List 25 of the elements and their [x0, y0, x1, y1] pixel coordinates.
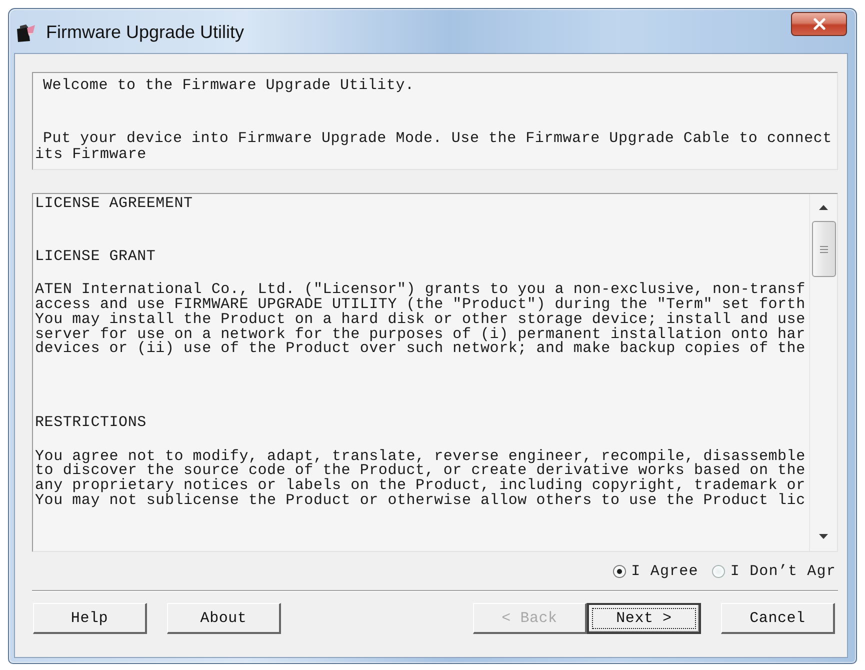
radio-button[interactable]: [613, 564, 626, 578]
section-heading: RESTRICTIONS: [35, 416, 148, 431]
wizard-button[interactable]: Cancel: [721, 603, 835, 634]
close-button[interactable]: [791, 12, 847, 36]
instruction-text: Put your device into Firmware Upgrade Mode. Use the Firmware Upgrade Cable to connect its Firmware: [35, 131, 833, 163]
scrollbar-thumb[interactable]: [812, 221, 836, 277]
radio-label[interactable]: I Don’t Agr: [730, 562, 836, 580]
license-text-box[interactable]: [32, 193, 838, 552]
grip-icon: [820, 246, 828, 252]
wizard-button[interactable]: Next >: [587, 603, 701, 634]
program-icon: [16, 24, 36, 42]
scroll-up-icon[interactable]: [819, 205, 828, 210]
close-icon: [812, 18, 826, 30]
section-heading: LICENSE GRANT: [35, 250, 157, 264]
license-title: LICENSE AGREEMENT: [35, 197, 194, 212]
window-title: Firmware Upgrade Utility: [46, 22, 244, 43]
radio-button[interactable]: [712, 564, 726, 578]
radio-label[interactable]: I Agree: [631, 562, 698, 580]
welcome-text: Welcome to the Firmware Upgrade Utility.: [42, 78, 416, 94]
wizard-button[interactable]: About: [167, 603, 281, 634]
wizard-button[interactable]: Help: [33, 603, 147, 634]
license-paragraph: You agree not to modify, adapt, translate, reverse engineer, recompile, disassemble to discover the source code of the Product, or create derivative works based on the any proprietary notices or labels on the Product, including copyright, trademark or You may not sublicense the Product or otherwise allow others to use the Product lic: [35, 450, 806, 508]
scrollbar-track[interactable]: [809, 194, 837, 551]
license-paragraph: ATEN International Co., Ltd. ("Licensor") grants to you a non-exclusive, non-transf access and use FIRMWARE UPGRADE UTILITY (the "Product") during the "Term" set forth You may install the Product on a hard disk or other storage device; install and use server for use on a network for the purposes of (i) permanent installation onto har devices or (ii) use of the Product over such network; and make backup copies of the: [35, 283, 806, 357]
scroll-down-icon[interactable]: [819, 534, 828, 539]
